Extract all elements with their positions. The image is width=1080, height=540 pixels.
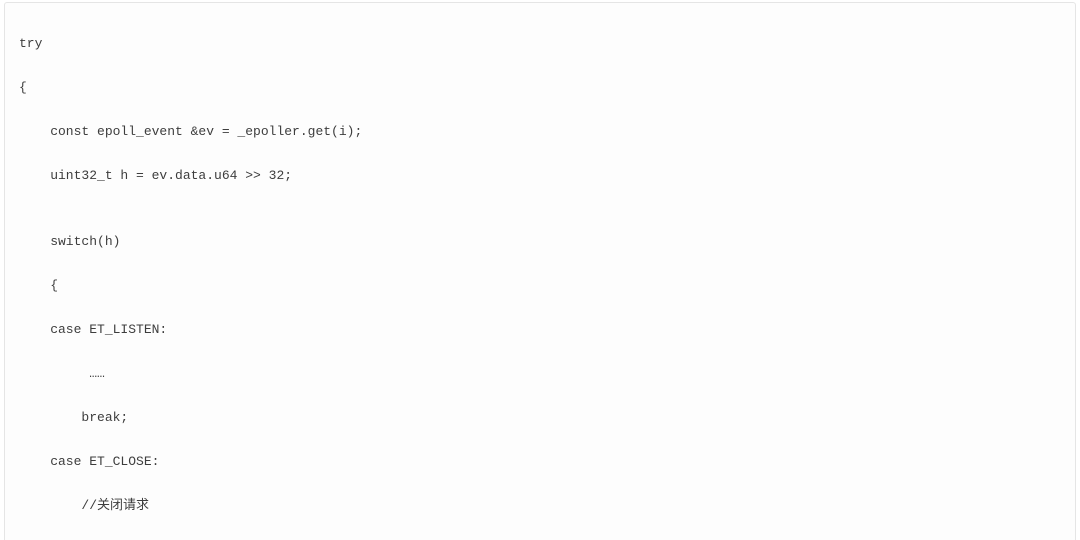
- code-line: //关闭请求: [19, 495, 1061, 517]
- code-block: try { const epoll_event &ev = _epoller.g…: [4, 2, 1076, 540]
- code-line: const epoll_event &ev = _epoller.get(i);: [19, 121, 1061, 143]
- code-line: {: [19, 275, 1061, 297]
- code-line: uint32_t h = ev.data.u64 >> 32;: [19, 165, 1061, 187]
- code-line: {: [19, 77, 1061, 99]
- code-line: switch(h): [19, 231, 1061, 253]
- code-line: case ET_LISTEN:: [19, 319, 1061, 341]
- code-line: ……: [19, 363, 1061, 385]
- code-line: break;: [19, 407, 1061, 429]
- code-line: case ET_CLOSE:: [19, 451, 1061, 473]
- code-line: try: [19, 33, 1061, 55]
